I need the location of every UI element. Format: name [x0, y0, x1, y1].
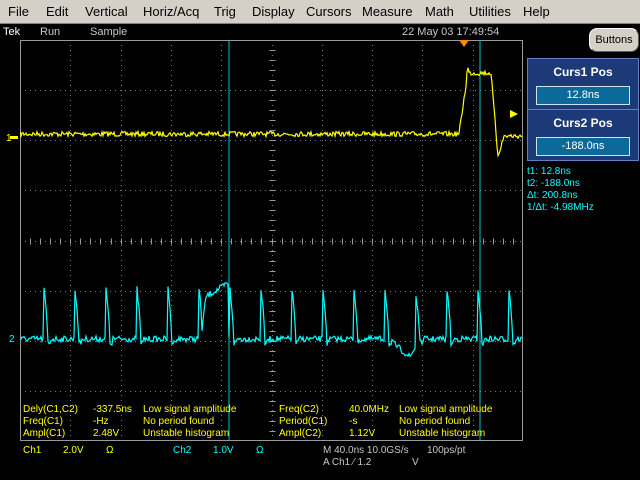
ch2-ground-marker[interactable]: 2	[9, 334, 15, 345]
meas-name: Ampl(C1)	[23, 428, 66, 439]
ch1-label[interactable]: Ch1	[23, 445, 41, 456]
trigger-unit: V	[412, 457, 419, 468]
ch1-scale[interactable]: 2.0V	[63, 445, 84, 456]
menu-display[interactable]: Display	[252, 4, 295, 19]
meas-name: Period(C1)	[279, 416, 328, 427]
menu-help[interactable]: Help	[523, 4, 550, 19]
acq-state: Run	[40, 26, 61, 38]
ch2-scale[interactable]: 1.0V	[213, 445, 234, 456]
curs2-title: Curs2 Pos	[553, 116, 613, 130]
meas-status: Low signal amplitude	[399, 404, 493, 415]
meas-value: 2.48V	[93, 428, 120, 439]
meas-value: -Hz	[93, 416, 109, 427]
meas-value: -337.5ns	[93, 404, 132, 415]
meas-name: Freq(C2)	[279, 404, 320, 415]
cursor-inv-delta-t: 1/Δt: -4.98MHz	[527, 202, 594, 213]
menu-math[interactable]: Math	[425, 4, 454, 19]
cursor-t1: t1: 12.8ns	[527, 166, 571, 177]
menu-file[interactable]: File	[8, 4, 29, 19]
trigger-setting[interactable]: A Ch1 ⁄ 1.2	[323, 457, 371, 468]
meas-status: No period found	[143, 416, 215, 427]
curs1-value[interactable]: 12.8ns	[536, 86, 630, 105]
ch1-coupling-icon: Ω	[106, 445, 114, 456]
waveform-display[interactable]	[20, 40, 523, 441]
meas-value: 1.12V	[349, 428, 376, 439]
curs1-panel[interactable]: Curs1 Pos 12.8ns	[527, 58, 639, 110]
measurement-readouts: Dely(C1,C2) -337.5ns Low signal amplitud…	[0, 400, 520, 442]
brand-label: Tek	[3, 26, 21, 38]
meas-status: No period found	[399, 416, 471, 427]
menu-cursors[interactable]: Cursors	[306, 4, 352, 19]
meas-status: Low signal amplitude	[143, 404, 237, 415]
ch1-marker-icon	[10, 136, 18, 139]
buttons-button[interactable]: Buttons	[589, 28, 639, 52]
ch2-label[interactable]: Ch2	[173, 445, 191, 456]
menu-vertical[interactable]: Vertical	[85, 4, 128, 19]
curs2-value[interactable]: -188.0ns	[536, 137, 630, 156]
meas-name: Ampl(C2)	[279, 428, 322, 439]
menu-bar: File Edit Vertical Horiz/Acq Trig Displa…	[0, 0, 640, 24]
meas-status: Unstable histogram	[399, 428, 486, 439]
menu-horiz-acq[interactable]: Horiz/Acq	[143, 4, 199, 19]
cursor-delta-t: Δt: 200.8ns	[527, 190, 578, 201]
menu-measure[interactable]: Measure	[362, 4, 413, 19]
meas-name: Freq(C1)	[23, 416, 64, 427]
meas-value: 40.0MHz	[349, 404, 390, 415]
meas-value: -s	[349, 416, 358, 427]
ch2-coupling-icon: Ω	[256, 445, 264, 456]
menu-utilities[interactable]: Utilities	[469, 4, 511, 19]
curs1-title: Curs1 Pos	[553, 65, 613, 79]
points-per-sample: 100ps/pt	[427, 445, 466, 456]
cursor-t2: t2: -188.0ns	[527, 178, 580, 189]
datetime: 22 May 03 17:49:54	[402, 26, 500, 38]
menu-edit[interactable]: Edit	[46, 4, 68, 19]
menu-trig[interactable]: Trig	[214, 4, 236, 19]
channel-status-bar: Ch1 2.0V Ω Ch2 1.0V Ω M 40.0ns 10.0GS/s …	[0, 442, 640, 480]
meas-status: Unstable histogram	[143, 428, 230, 439]
timebase[interactable]: M 40.0ns 10.0GS/s	[323, 445, 409, 456]
meas-name: Dely(C1,C2)	[23, 404, 79, 415]
curs2-panel[interactable]: Curs2 Pos -188.0ns	[527, 109, 639, 161]
acq-mode: Sample	[90, 26, 128, 38]
